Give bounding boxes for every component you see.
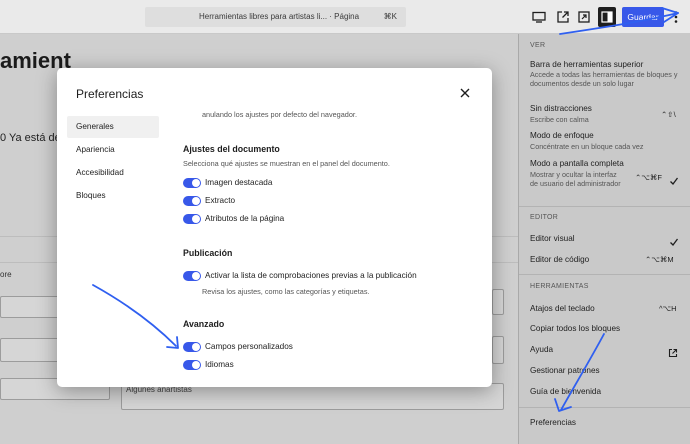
menu-item-fullscreen[interactable]: Modo a pantalla completa [530, 159, 624, 168]
editor-header: Herramientas libres para artistas li... … [0, 0, 690, 34]
preferences-modal: Preferencias Generales Apariencia Accesi… [57, 68, 492, 387]
save-button[interactable]: Guardar [622, 7, 664, 27]
command-shortcut: ⌘K [383, 12, 397, 21]
menu-item-desc: Concéntrate en un bloque cada vez [530, 142, 644, 151]
check-icon [669, 234, 679, 246]
menu-item-desc: Mostrar y ocultar la interfaz de usuario… [530, 170, 621, 188]
check-icon [669, 173, 679, 185]
section-desc-document: Selecciona qué ajustes se muestran en el… [183, 159, 390, 168]
history-icon[interactable] [576, 9, 592, 25]
external-link-icon [668, 345, 678, 358]
toggle-help-text: Revisa los ajustes, como las categorías … [202, 287, 370, 296]
close-icon[interactable] [458, 86, 472, 100]
menu-item-keyboard-shortcuts[interactable]: Atajos del teclado [530, 304, 595, 313]
column-label: ore [0, 270, 12, 279]
text-field [492, 289, 504, 315]
tab-appearance[interactable]: Apariencia [67, 139, 159, 161]
menu-item-shortcut: ⌃⌥⌘M [645, 255, 674, 264]
section-heading-publish: Publicación [183, 248, 233, 258]
menu-section-editor: EDITOR [530, 214, 559, 221]
external-view-icon[interactable] [555, 9, 571, 25]
toggle-switch[interactable] [183, 214, 201, 224]
command-palette-button[interactable]: Herramientas libres para artistas li... … [145, 7, 406, 27]
menu-item-shortcut: ⌃⌥⌘F [635, 173, 663, 182]
toggle-label: Imagen destacada [205, 178, 273, 187]
section-heading-document: Ajustes del documento [183, 144, 280, 154]
menu-item-help[interactable]: Ayuda [530, 345, 553, 354]
clipped-setting-text: anulando los ajustes por defecto del nav… [202, 110, 357, 119]
toggle-switch[interactable] [183, 342, 201, 352]
menu-item-shortcut: ^⌥H [659, 304, 677, 313]
tab-blocks[interactable]: Bloques [67, 185, 159, 207]
settings-panel-toggle[interactable] [598, 7, 616, 27]
options-menu: VER Barra de herramientas superior Acced… [518, 34, 690, 444]
menu-item-welcome-guide[interactable]: Guía de bienvenida [530, 387, 601, 396]
menu-item-top-toolbar[interactable]: Barra de herramientas superior [530, 60, 643, 69]
desktop-preview-icon[interactable] [531, 9, 547, 25]
menu-separator [519, 206, 690, 207]
section-heading-advanced: Avanzado [183, 319, 225, 329]
toggle-switch[interactable] [183, 360, 201, 370]
toggle-switch[interactable] [183, 196, 201, 206]
menu-item-visual-editor[interactable]: Editor visual [530, 234, 575, 243]
tab-accessibility[interactable]: Accesibilidad [67, 162, 159, 184]
options-kebab-icon[interactable] [670, 9, 682, 25]
toggle-switch[interactable] [183, 271, 201, 281]
toggle-label: Campos personalizados [205, 342, 293, 351]
text-field [492, 336, 504, 364]
menu-item-code-editor[interactable]: Editor de código [530, 255, 589, 264]
toggle-label: Atributos de la página [205, 214, 285, 223]
menu-item-desc: Escribe con calma [530, 115, 589, 124]
menu-item-manage-patterns[interactable]: Gestionar patrones [530, 366, 600, 375]
toggle-switch[interactable] [183, 178, 201, 188]
menu-section-tools: HERRAMIENTAS [530, 283, 589, 290]
toggle-label: Idiomas [205, 360, 234, 369]
menu-section-ver: VER [530, 42, 546, 49]
tab-general[interactable]: Generales [67, 116, 159, 138]
menu-item-copy-blocks[interactable]: Copiar todos los bloques [530, 324, 620, 333]
sidebar-icon [601, 11, 613, 23]
page-subtitle-fragment: 0 Ya está de [0, 132, 61, 144]
command-title: Herramientas libres para artistas li... … [199, 12, 360, 21]
menu-item-preferences[interactable]: Preferencias [530, 418, 576, 427]
menu-item-shortcut: ⌃⇧\ [661, 110, 676, 119]
modal-title: Preferencias [76, 87, 144, 101]
toggle-label: Extracto [205, 196, 236, 205]
menu-item-focus-mode[interactable]: Modo de enfoque [530, 131, 594, 140]
menu-separator [519, 274, 690, 275]
menu-separator [519, 407, 690, 408]
menu-item-desc: Accede a todas las herramientas de bloqu… [530, 70, 678, 88]
menu-item-distraction-free[interactable]: Sin distracciones [530, 104, 592, 113]
toggle-label: Activar la lista de comprobaciones previ… [205, 271, 417, 280]
